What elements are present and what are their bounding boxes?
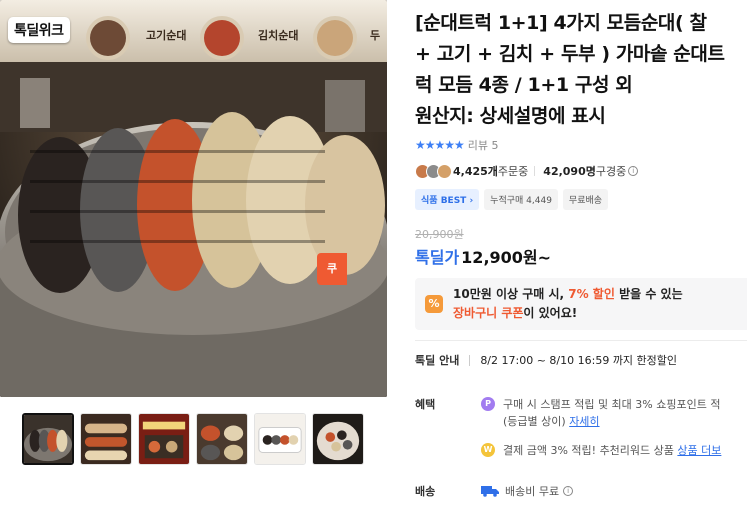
avatar (437, 163, 452, 179)
order-suffix: 주문중 (497, 165, 529, 178)
viewer-count: 42,090명 (543, 165, 596, 178)
deal-label: 톡딜가 (415, 248, 460, 267)
truck-icon (481, 486, 499, 497)
shipping-text: 배송비 무료 (505, 485, 560, 498)
sign-label-tofu: 두 (370, 29, 381, 42)
percent-icon: % (425, 295, 443, 313)
viewer-suffix: 구경중 (595, 165, 627, 178)
divider (534, 166, 536, 176)
deal-period: 8/2 17:00 ~ 8/10 16:59 까지 한정할인 (480, 354, 678, 367)
sign-label-meat: 고기순대 (146, 29, 187, 42)
deal-info-label: 톡딜 안내 (415, 354, 460, 367)
badge-row: 식품 BEST › 누적구매 4,449 무료배송 (415, 189, 747, 210)
benefit-item-stamp: P 구매 시 스탬프 적립 및 최대 3% 쇼핑포인트 적 (등급별 상이) 자… (481, 396, 721, 430)
section-divider (415, 340, 747, 341)
free-shipping-badge: 무료배송 (562, 189, 609, 210)
price-suffix: ~ (537, 248, 552, 267)
shipping-label: 배송 (415, 485, 436, 498)
brand-logo: 톡딜위크 (8, 17, 70, 43)
rating-row: ★★★★★ 리뷰 5 (415, 138, 747, 152)
more-products-link[interactable]: 상품 더보 (677, 444, 721, 457)
thumbnail-2[interactable] (80, 413, 132, 465)
info-icon[interactable]: i (628, 166, 639, 176)
cart-coupon-text: 장바구니 쿠폰 (453, 306, 524, 320)
thumbnail-1[interactable] (22, 413, 74, 465)
reward-icon: W (481, 443, 495, 457)
benefit-stamp-text: 구매 시 스탬프 적립 및 최대 3% 쇼핑포인트 적 (503, 398, 721, 411)
benefit-label: 혜택 (415, 398, 436, 411)
sundae-steamer-illustration (0, 0, 387, 397)
shipping-row: 배송 배송비 무료 i (415, 483, 747, 499)
benefit-text: 구매 시 스탬프 적립 및 최대 3% 쇼핑포인트 적 (등급별 상이) 자세히 (503, 396, 720, 430)
benefit-stamp-text2: (등급별 상이) (503, 415, 570, 428)
detail-link[interactable]: 자세히 (569, 415, 599, 428)
benefit-item-reward: W 결제 금액 3% 적립! 추천리워드 상품 상품 더보 (481, 442, 721, 459)
deal-info-row: 톡딜 안내 8/2 17:00 ~ 8/10 16:59 까지 한정할인 (415, 350, 747, 370)
buyer-avatars (415, 163, 452, 179)
benefit-text: 결제 금액 3% 적립! 추천리워드 상품 상품 더보 (503, 442, 721, 459)
coupon-text: 10만원 이상 구매 시, 7% 할인 받을 수 있는 장바구니 쿠폰이 있어요… (453, 285, 683, 323)
star-rating-icon: ★★★★★ (415, 138, 465, 152)
info-icon[interactable]: i (563, 486, 574, 496)
coupon-line1-prefix: 10만원 이상 구매 시, (453, 287, 569, 301)
benefit-row: 혜택 P 구매 시 스탬프 적립 및 최대 3% 쇼핑포인트 적 (등급별 상이… (415, 396, 747, 471)
food-best-label: 식품 BEST (421, 196, 467, 206)
coupon-side-button[interactable]: 쿠 (317, 253, 347, 285)
divider (469, 354, 471, 366)
product-title: [순대트럭 1+1] 4가지 모듬순대( 찰 + 고기 + 김치 + 두부 ) … (415, 12, 725, 127)
sign-label-kimchi: 김치순대 (258, 29, 299, 42)
original-price: 20,900원 (415, 228, 464, 241)
coupon-line2-suffix: 이 있어요! (523, 306, 578, 320)
benefit-list: P 구매 시 스탬프 적립 및 최대 3% 쇼핑포인트 적 (등급별 상이) 자… (481, 396, 721, 471)
cumulative-purchase-badge: 누적구매 4,449 (484, 189, 558, 210)
review-count-link[interactable]: 리뷰 5 (468, 137, 499, 153)
product-info-panel: [순대트럭 1+1] 4가지 모듬순대( 찰 + 고기 + 김치 + 두부 ) … (415, 0, 747, 499)
price-row: 톡딜가 12,900원 ~ (415, 244, 747, 268)
thumbnail-5[interactable] (254, 413, 306, 465)
stats-row: 4,425개 주문중 42,090명 구경중 i (415, 162, 747, 180)
point-icon: P (481, 397, 495, 411)
coupon-line1-suffix: 받을 수 있는 (614, 287, 683, 301)
thumbnail-4[interactable] (196, 413, 248, 465)
coupon-banner[interactable]: % 10만원 이상 구매 시, 7% 할인 받을 수 있는 장바구니 쿠폰이 있… (415, 278, 747, 330)
coupon-discount: 7% 할인 (568, 287, 615, 301)
main-product-image[interactable]: 톡딜위크 고기순대 김치순대 두 (0, 0, 387, 397)
thumbnail-6[interactable] (312, 413, 364, 465)
benefit-reward-text: 결제 금액 3% 적립! 추천리워드 상품 (503, 444, 678, 457)
thumbnail-strip (22, 413, 364, 465)
food-best-badge[interactable]: 식품 BEST › (415, 189, 480, 210)
order-count: 4,425개 (453, 165, 498, 178)
deal-price: 12,900원 (461, 248, 538, 267)
thumbnail-3[interactable] (138, 413, 190, 465)
